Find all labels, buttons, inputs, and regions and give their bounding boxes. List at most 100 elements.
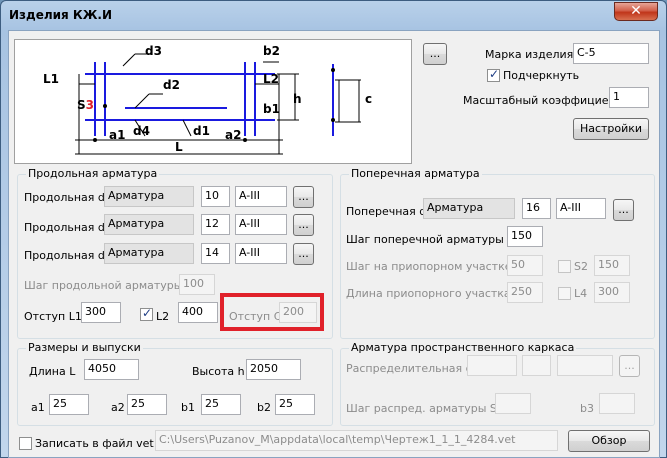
- title-bar: Изделия КЖ.И ✕: [1, 1, 666, 31]
- longitudinal-d1-button[interactable]: ...: [293, 186, 314, 208]
- s5-label: Шаг распред. арматуры S5: [346, 402, 504, 415]
- s2-label: S2: [574, 260, 588, 273]
- longitudinal-d4-diameter[interactable]: 14: [201, 243, 230, 264]
- label-s3: S3: [77, 98, 94, 112]
- s5-input[interactable]: [495, 393, 531, 414]
- a2-label: a2: [111, 401, 125, 414]
- longitudinal-d1-class[interactable]: A-III: [235, 186, 287, 207]
- close-button[interactable]: ✕: [614, 2, 658, 21]
- write-file-checkbox[interactable]: [19, 437, 32, 450]
- transverse-s3-label: Шаг поперечной арматуры S3: [346, 233, 522, 246]
- longitudinal-d2-button[interactable]: ...: [293, 214, 314, 236]
- transverse-s3-input[interactable]: 150: [507, 226, 543, 247]
- transverse-l3-input[interactable]: 250: [507, 282, 543, 303]
- longitudinal-d4-class[interactable]: A-III: [235, 243, 287, 264]
- dialog-window: Изделия КЖ.И ✕ d3 d2 d4 d1 L1 L2 S3 b2 b…: [0, 0, 667, 458]
- window-title: Изделия КЖ.И: [9, 8, 113, 22]
- d5-diameter[interactable]: [522, 355, 551, 376]
- longitudinal-d2-label: Продольная d2: [24, 221, 112, 234]
- d5-class[interactable]: [557, 355, 613, 376]
- offset-l1-label: Отступ L1: [24, 310, 82, 323]
- transverse-l3-label: Длина приопорного участка L3: [346, 287, 528, 300]
- label-l2: L2: [263, 72, 279, 86]
- label-s3-sub: 3: [85, 98, 95, 112]
- label-a2: a2: [225, 128, 242, 142]
- transverse-d3-label: Поперечная d3: [346, 205, 434, 218]
- label-l1: L1: [43, 72, 59, 86]
- underline-checkbox[interactable]: [487, 67, 500, 82]
- label-h: h: [293, 92, 302, 106]
- schematic-svg: [75, 53, 361, 155]
- scale-label: Масштабный коэффициент: [463, 94, 623, 107]
- longitudinal-d4-label: Продольная d4: [24, 249, 112, 262]
- transverse-d3-button[interactable]: ...: [613, 199, 634, 221]
- longitudinal-d2-type[interactable]: Арматура: [104, 214, 194, 235]
- a1-label: a1: [31, 401, 45, 414]
- settings-button[interactable]: Настройки: [573, 118, 649, 140]
- d5-label: Распределительная d5: [346, 362, 480, 375]
- height-input[interactable]: 2050: [246, 359, 301, 380]
- spatial-title: Арматура пространственного каркаса: [349, 341, 577, 354]
- b2-label: b2: [257, 401, 271, 414]
- label-b1: b1: [263, 102, 280, 116]
- label-d2: d2: [163, 78, 180, 92]
- b1-input[interactable]: 25: [201, 394, 241, 415]
- dialog-client: d3 d2 d4 d1 L1 L2 S3 b2 b1 h a1 a2 L c .…: [8, 30, 660, 458]
- label-d3: d3: [145, 44, 162, 58]
- l2-input[interactable]: 400: [178, 302, 218, 323]
- mark-input[interactable]: С-5: [573, 43, 649, 64]
- transverse-s1-input[interactable]: 50: [507, 255, 543, 276]
- s2-input[interactable]: 150: [594, 255, 630, 276]
- l2-label: L2: [156, 310, 170, 323]
- l4-label: L4: [574, 287, 588, 300]
- select-item-button[interactable]: ...: [423, 43, 447, 65]
- length-label: Длина L: [29, 365, 76, 378]
- file-path-input[interactable]: C:\Users\Puzanov_M\appdata\local\temp\Че…: [155, 430, 558, 451]
- longitudinal-d4-type[interactable]: Арматура: [104, 243, 194, 264]
- label-c: c: [365, 92, 373, 106]
- b1-label: b1: [181, 401, 195, 414]
- longitudinal-title: Продольная арматура: [26, 167, 160, 180]
- length-input[interactable]: 4050: [84, 359, 139, 380]
- underline-label: Подчеркнуть: [503, 69, 580, 82]
- longitudinal-d2-class[interactable]: A-III: [235, 214, 287, 235]
- label-s3-text: S: [77, 98, 86, 112]
- label-l: L: [175, 140, 183, 154]
- transverse-d3-diameter[interactable]: 16: [522, 198, 551, 219]
- height-label: Высота h: [192, 365, 245, 378]
- s2-checkbox[interactable]: [558, 260, 571, 273]
- d5-type[interactable]: [467, 355, 517, 376]
- longitudinal-step-label: Шаг продольной арматуры S: [24, 279, 193, 292]
- l4-input[interactable]: 300: [594, 282, 630, 303]
- label-d4: d4: [133, 124, 150, 138]
- offset-c-label: Отступ С: [229, 310, 282, 323]
- b2-input[interactable]: 25: [275, 394, 315, 415]
- l4-checkbox[interactable]: [558, 287, 571, 300]
- offset-l1-input[interactable]: 300: [81, 302, 121, 323]
- longitudinal-d1-diameter[interactable]: 10: [201, 186, 230, 207]
- b3-label: b3: [580, 402, 594, 415]
- longitudinal-d1-label: Продольная d1: [24, 191, 112, 204]
- longitudinal-d4-button[interactable]: ...: [293, 243, 314, 265]
- transverse-s1-label: Шаг на приопорном участке S1: [346, 260, 529, 273]
- transverse-d3-type[interactable]: Арматура: [423, 198, 515, 219]
- longitudinal-step-input[interactable]: 100: [179, 274, 215, 295]
- label-d1-bottom: d1: [193, 124, 210, 138]
- transverse-d3-class[interactable]: A-III: [556, 198, 606, 219]
- scale-input[interactable]: 1: [609, 87, 649, 108]
- a1-input[interactable]: 25: [49, 394, 89, 415]
- label-a1: a1: [109, 128, 126, 142]
- offset-c-input[interactable]: 200: [279, 302, 317, 323]
- write-file-label: Записать в файл vet: [35, 437, 154, 450]
- longitudinal-d1-type[interactable]: Арматура: [104, 186, 194, 207]
- l2-checkbox[interactable]: [140, 306, 153, 321]
- sizes-title: Размеры и выпуски: [26, 341, 143, 354]
- label-b2: b2: [263, 44, 280, 58]
- a2-input[interactable]: 25: [127, 394, 167, 415]
- b3-input[interactable]: [599, 393, 635, 414]
- d5-button[interactable]: ...: [619, 355, 640, 377]
- browse-button[interactable]: Обзор: [568, 430, 650, 452]
- schematic-drawing: d3 d2 d4 d1 L1 L2 S3 b2 b1 h a1 a2 L c: [14, 39, 412, 164]
- transverse-title: Поперечная арматура: [349, 167, 482, 180]
- longitudinal-d2-diameter[interactable]: 12: [201, 214, 230, 235]
